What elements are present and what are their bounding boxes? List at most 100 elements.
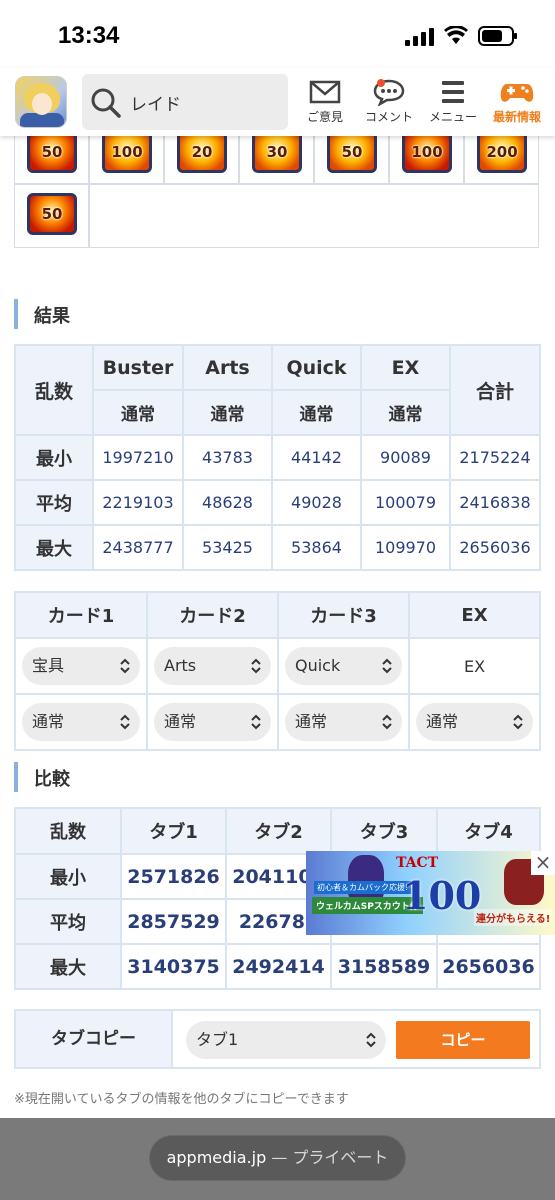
medal-icon: 20 — [177, 131, 227, 173]
table-cell: 44142 — [271, 434, 362, 481]
news-label: 最新情報 — [492, 110, 541, 124]
chevron-updown-icon — [120, 714, 130, 730]
news-button[interactable]: 最新情報 — [486, 74, 548, 132]
card3-type-select[interactable]: Quick — [285, 647, 402, 685]
compare-title: 比較 — [34, 769, 70, 790]
col-header-random: 乱数 — [14, 344, 94, 436]
medal-grid: 50 100 20 30 50 100 200 50 — [14, 128, 539, 248]
medal-icon: 50 — [27, 193, 77, 235]
table-cell: 100079 — [360, 479, 451, 526]
table-row: 最大 3140375 2492414 3158589 2656036 — [14, 943, 541, 990]
medal-icon: 100 — [402, 131, 452, 173]
medal-cell[interactable]: 20 — [164, 128, 239, 184]
ad-banner[interactable]: TACT 初心者＆カムバック応援! ウェルカムSPスカウト券 100 連分がもら… — [306, 851, 555, 935]
table-cell: 2492414 — [225, 943, 332, 990]
table-cell: 43783 — [182, 434, 273, 481]
table-row: 最小 1997210 43783 44142 90089 2175224 — [14, 434, 541, 481]
subheader: 通常 — [92, 389, 184, 436]
table-cell: 90089 — [360, 434, 451, 481]
ad-text: 連分がもらえる! — [474, 909, 553, 926]
tab-1[interactable]: タブ1 — [120, 807, 227, 855]
chevron-updown-icon — [382, 658, 392, 674]
card-selector-table: カード1 カード2 カード3 EX 宝具 Arts Quick EX 通常 通常… — [14, 591, 541, 751]
medal-cell[interactable]: 50 — [14, 184, 89, 248]
ad-text: 初心者＆カムバック応援! — [314, 881, 412, 894]
tab-2[interactable]: タブ2 — [225, 807, 332, 855]
card2-cell: Arts — [146, 637, 279, 695]
tab-4[interactable]: タブ4 — [436, 807, 541, 855]
wifi-icon — [444, 26, 468, 44]
subheader: 通常 — [182, 389, 273, 436]
status-bar: 13:34 — [0, 0, 555, 68]
medal-cell-empty — [89, 184, 539, 248]
card3-cell: Quick — [277, 637, 410, 695]
row-label: 平均 — [14, 479, 94, 526]
medal-icon: 200 — [477, 131, 527, 173]
col-header-card2: カード2 — [146, 591, 279, 639]
medal-icon: 50 — [27, 131, 77, 173]
table-cell: 2175224 — [449, 434, 541, 481]
results-heading: 結果 — [14, 299, 314, 329]
col-header-ex: EX — [360, 344, 451, 391]
table-cell: 2656036 — [436, 943, 541, 990]
search-box[interactable]: レイド — [82, 74, 288, 130]
comment-icon — [373, 79, 405, 106]
medal-cell[interactable]: 100 — [389, 128, 464, 184]
chevron-updown-icon — [251, 658, 261, 674]
mail-icon — [309, 80, 341, 104]
table-cell: 48628 — [182, 479, 273, 526]
signal-icon — [405, 28, 434, 46]
col-header-card1: カード1 — [14, 591, 148, 639]
url-bar[interactable]: appmedia.jp — プライベート — [150, 1136, 405, 1180]
medal-icon: 30 — [252, 131, 302, 173]
app-logo[interactable] — [15, 76, 67, 128]
tab-copy-select[interactable]: タブ1 — [186, 1021, 386, 1059]
ad-character-image — [348, 855, 384, 901]
ex-crit-select[interactable]: 通常 — [416, 703, 533, 741]
search-input[interactable]: レイド — [130, 90, 181, 115]
medal-cell[interactable]: 200 — [464, 128, 539, 184]
search-icon — [91, 88, 121, 118]
table-cell: 2571826 — [120, 853, 227, 900]
card1-type-select[interactable]: 宝具 — [22, 647, 140, 685]
menu-icon — [442, 81, 464, 103]
chevron-updown-icon — [382, 714, 392, 730]
feedback-button[interactable]: ご意見 — [294, 74, 356, 132]
table-cell: 2219103 — [92, 479, 184, 526]
copy-button[interactable]: コピー — [396, 1021, 530, 1059]
table-row: 平均 2219103 48628 49028 100079 2416838 — [14, 479, 541, 526]
table-cell: 2857529 — [120, 898, 227, 945]
medal-cell[interactable]: 30 — [239, 128, 314, 184]
table-cell: 2416838 — [449, 479, 541, 526]
row-label: 最大 — [14, 524, 94, 571]
table-cell: 53425 — [182, 524, 273, 571]
comment-button[interactable]: コメント — [358, 74, 420, 132]
card3-crit-select[interactable]: 通常 — [285, 703, 402, 741]
card2-crit-select[interactable]: 通常 — [154, 703, 271, 741]
subheader: 通常 — [271, 389, 362, 436]
gamepad-icon — [500, 84, 534, 102]
table-cell: 49028 — [271, 479, 362, 526]
menu-label: メニュー — [428, 110, 477, 124]
card1-crit-select[interactable]: 通常 — [22, 703, 140, 741]
medal-icon: 50 — [327, 131, 377, 173]
comment-label: コメント — [364, 110, 413, 124]
col-header-buster: Buster — [92, 344, 184, 391]
table-cell: 109970 — [360, 524, 451, 571]
medal-cell[interactable]: 100 — [89, 128, 164, 184]
medal-cell[interactable]: 50 — [314, 128, 389, 184]
medal-cell[interactable]: 50 — [14, 128, 89, 184]
table-cell: 2656036 — [449, 524, 541, 571]
results-table: 乱数 Buster Arts Quick EX 合計 通常 通常 通常 通常 最… — [14, 344, 541, 571]
row-label: 最大 — [14, 943, 122, 990]
col-header-ex: EX — [408, 591, 541, 639]
card2-type-select[interactable]: Arts — [154, 647, 271, 685]
status-time: 13:34 — [58, 22, 120, 49]
results-title: 結果 — [34, 306, 70, 327]
close-icon[interactable]: × — [531, 851, 555, 875]
compare-heading: 比較 — [14, 762, 314, 792]
tab-3[interactable]: タブ3 — [330, 807, 438, 855]
menu-button[interactable]: メニュー — [422, 74, 484, 132]
ad-logo: TACT — [396, 855, 439, 871]
col-header-arts: Arts — [182, 344, 273, 391]
